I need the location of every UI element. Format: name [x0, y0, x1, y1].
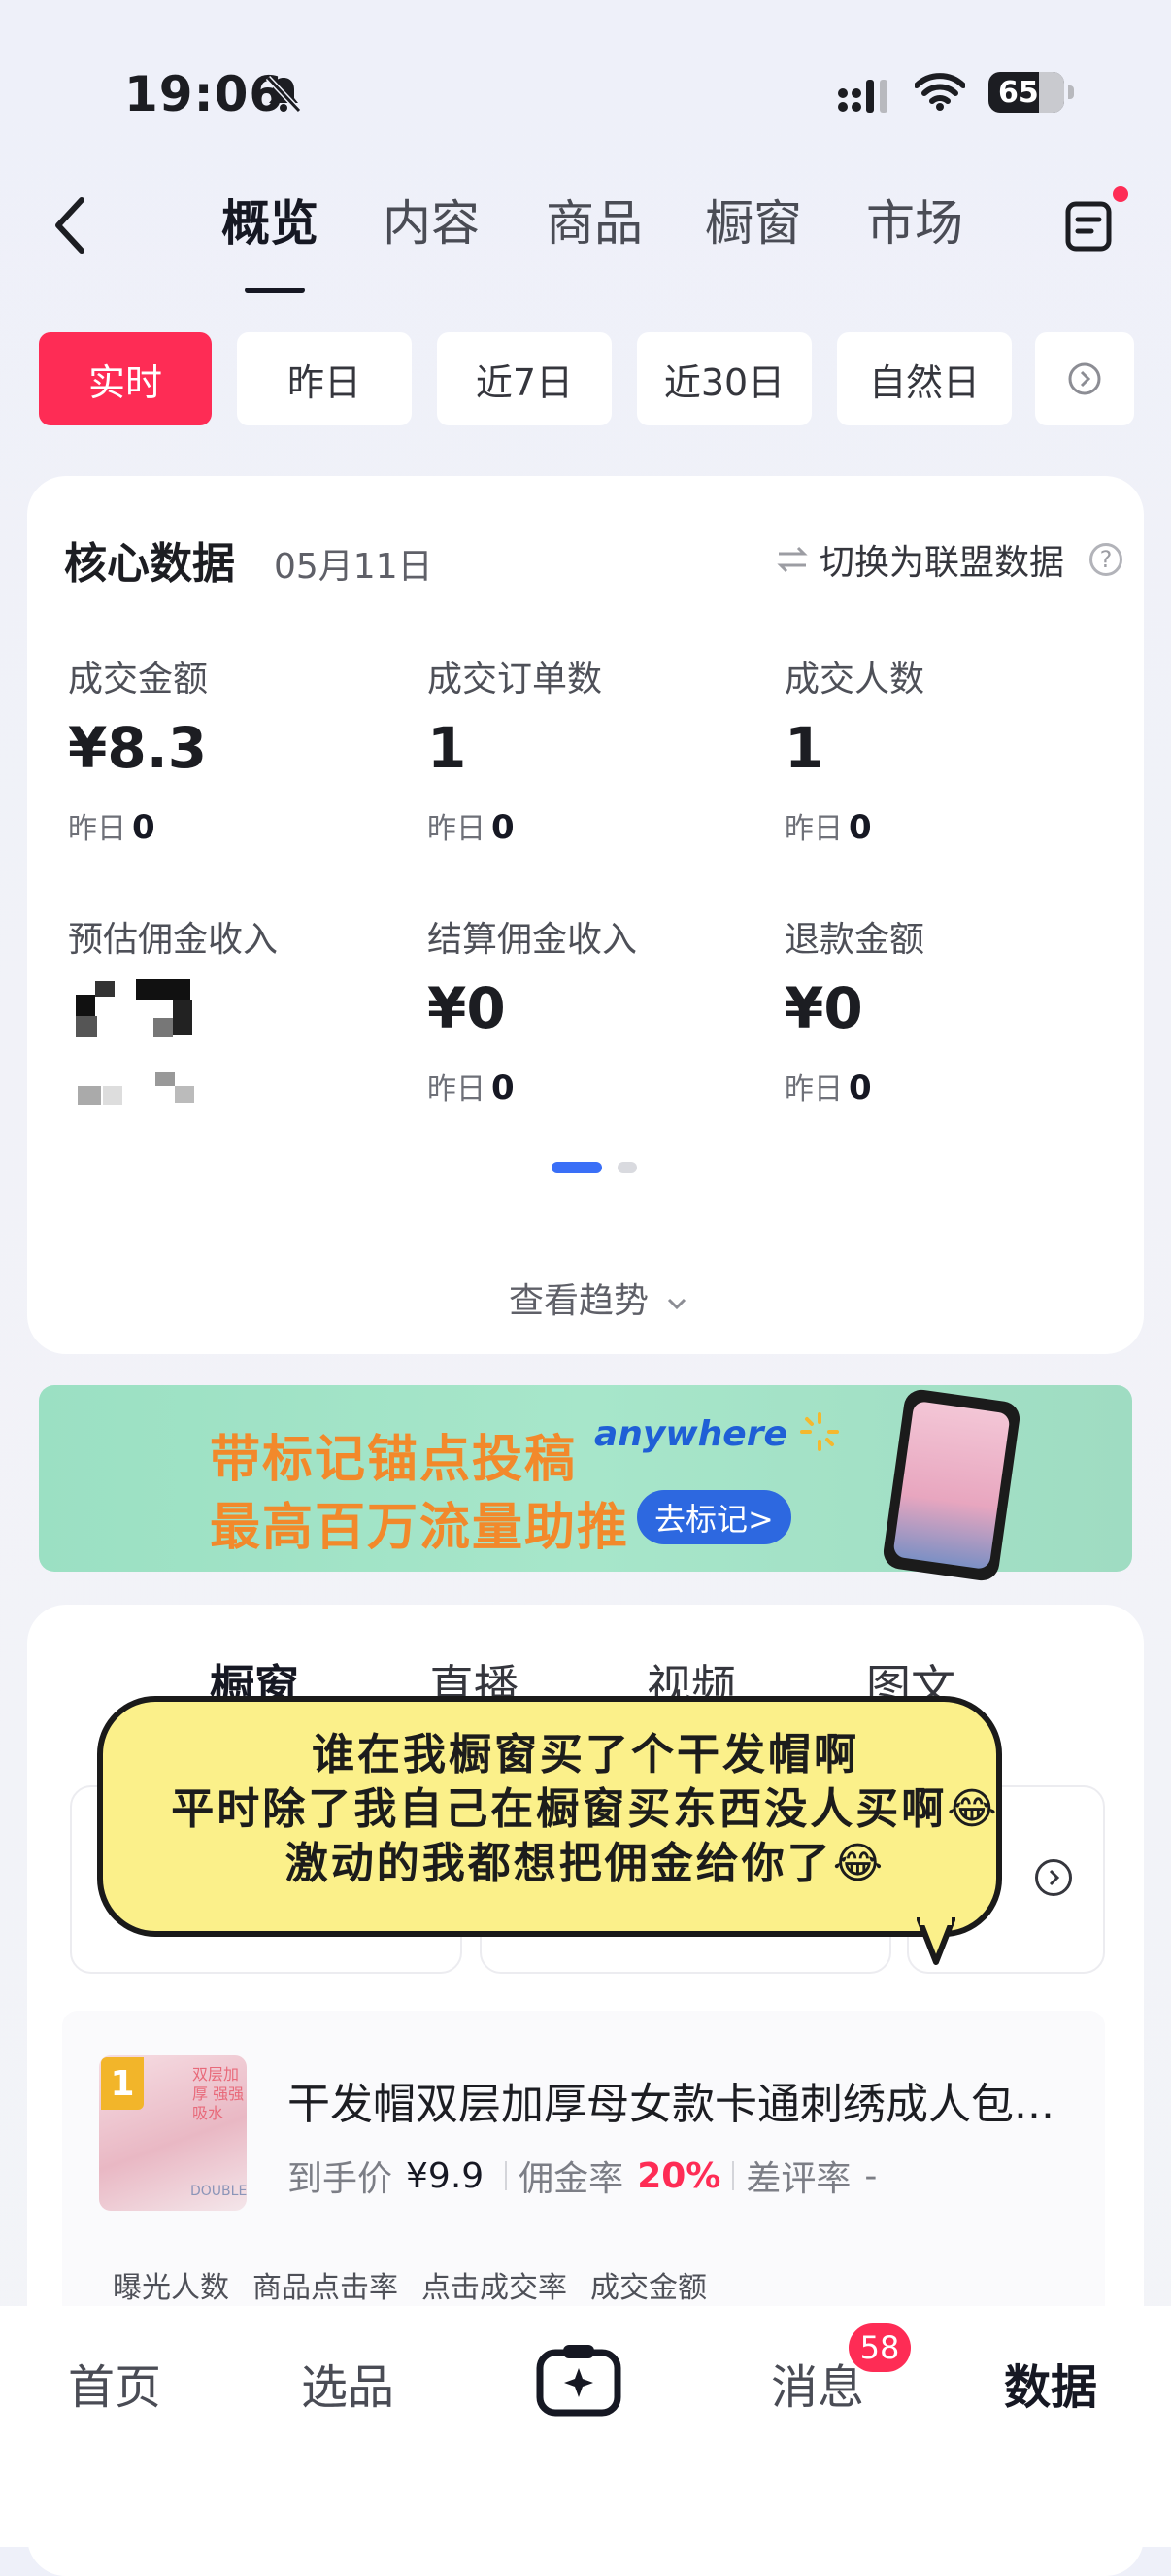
bubble-line: 谁在我橱窗买了个干发帽啊: [312, 1730, 859, 1779]
switch-alliance-button[interactable]: 切换为联盟数据 ?: [775, 534, 1123, 585]
rank-badge: 1: [101, 2057, 144, 2110]
commission-value: 20%: [637, 2155, 721, 2196]
metric-label: 成交金额: [68, 660, 209, 699]
bubble-line: 激动的我都想把佣金给你了😂: [284, 1839, 887, 1888]
view-trend-label: 查看趋势: [509, 1281, 650, 1321]
metric-label: 预估佣金收入: [68, 920, 279, 960]
view-trend-button[interactable]: 查看趋势: [509, 1272, 688, 1323]
metric-yesterday: 昨日 0: [785, 808, 872, 847]
metric-label: 退款金额: [785, 920, 925, 960]
metric-label: 成交人数: [785, 660, 925, 699]
more-periods-button[interactable]: [1035, 332, 1134, 425]
wifi-icon: [915, 73, 965, 111]
metric-yesterday: 昨日 0: [785, 1068, 872, 1107]
metric-value: ¥0: [785, 975, 863, 1041]
battery-level: 65: [998, 75, 1039, 110]
product-image-tag: 双层加厚 强强吸水: [192, 2065, 245, 2122]
bottom-nav-selection[interactable]: 选品: [301, 2349, 394, 2417]
metric-value: 1: [785, 715, 824, 781]
bottom-nav-data[interactable]: 数据: [1004, 2349, 1097, 2417]
metric-value: ¥0: [427, 975, 506, 1041]
active-tab-indicator: [245, 288, 305, 293]
metric-value: ¥8.3: [68, 715, 208, 781]
core-data-title: 核心数据: [64, 539, 235, 589]
metric-value: 1: [427, 715, 467, 781]
sparkle-icon: [800, 1412, 839, 1451]
product-metric-headers: 曝光人数 商品点击率 点击成交率 成交金额: [113, 2263, 707, 2306]
tab-content[interactable]: 内容: [383, 185, 480, 254]
bubble-line: 平时除了我自己在橱窗买东西没人买啊😂: [171, 1784, 1000, 1834]
notification-dot: [1113, 186, 1128, 202]
metric-header: 曝光人数: [113, 2271, 229, 2305]
bad-review-value: -: [864, 2155, 878, 2196]
metric-yesterday: 昨日 0: [68, 808, 155, 847]
metric-header: 点击成交率: [421, 2271, 567, 2305]
price-label: 到手价: [287, 2159, 393, 2199]
bottom-nav-home[interactable]: 首页: [68, 2349, 161, 2417]
product-image-brand: DOUBLE: [190, 2184, 248, 2199]
top-tabs: 概览 内容 商品 橱窗 市场: [0, 185, 1171, 272]
metric-yesterday: 昨日 0: [427, 1068, 515, 1107]
chevron-down-icon: [668, 1298, 686, 1310]
help-icon[interactable]: ?: [1089, 543, 1123, 576]
bottom-nav-messages[interactable]: 消息: [771, 2349, 864, 2417]
bad-review-label: 差评率: [746, 2159, 852, 2199]
banner-subheadline: 最高百万流量助推: [210, 1499, 630, 1557]
price-value: ¥9.9: [406, 2155, 485, 2196]
tab-overview[interactable]: 概览: [221, 185, 318, 254]
metric-header: 成交金额: [590, 2271, 707, 2305]
product-meta: 到手价 ¥9.9 佣金率 20% 差评率 -: [287, 2151, 877, 2201]
period-7days[interactable]: 近7日: [437, 332, 612, 425]
banner-headline: 带标记锚点投稿: [210, 1431, 578, 1489]
signal-icon: [837, 76, 895, 119]
report-icon[interactable]: [1064, 198, 1113, 253]
period-30days[interactable]: 近30日: [637, 332, 812, 425]
period-yesterday[interactable]: 昨日: [237, 332, 412, 425]
banner-mark-button[interactable]: 去标记>: [637, 1490, 791, 1544]
metric-yesterday: 昨日 0: [427, 808, 515, 847]
period-realtime[interactable]: 实时: [39, 332, 212, 425]
commission-label: 佣金率: [519, 2159, 624, 2199]
swap-icon: [777, 546, 808, 573]
page-indicator-active: [552, 1162, 602, 1173]
camera-create-icon[interactable]: [536, 2343, 621, 2417]
period-natural-day[interactable]: 自然日: [837, 332, 1012, 425]
metric-label: 成交订单数: [427, 660, 603, 699]
product-title: 干发帽双层加厚母女款卡通刺绣成人包...: [287, 2080, 1054, 2129]
banner-brand: anywhere: [594, 1414, 787, 1454]
page-indicator: [618, 1162, 637, 1173]
switch-alliance-label: 切换为联盟数据: [820, 543, 1065, 583]
pixelated-value: [68, 979, 204, 1115]
metric-label: 结算佣金收入: [427, 920, 638, 960]
core-data-date: 05月11日: [274, 547, 433, 587]
battery-indicator: 65: [988, 72, 1074, 113]
message-count-badge: 58: [849, 2323, 911, 2372]
tab-products[interactable]: 商品: [546, 185, 643, 254]
metric-header: 商品点击率: [252, 2271, 398, 2305]
tab-showcase[interactable]: 橱窗: [705, 185, 802, 254]
bell-muted-icon: [265, 75, 302, 114]
speech-bubble-tail: [917, 1917, 955, 1965]
status-time: 19:06: [124, 66, 284, 122]
chevron-right-circle-icon: [1068, 362, 1101, 395]
tab-market[interactable]: 市场: [866, 185, 963, 254]
